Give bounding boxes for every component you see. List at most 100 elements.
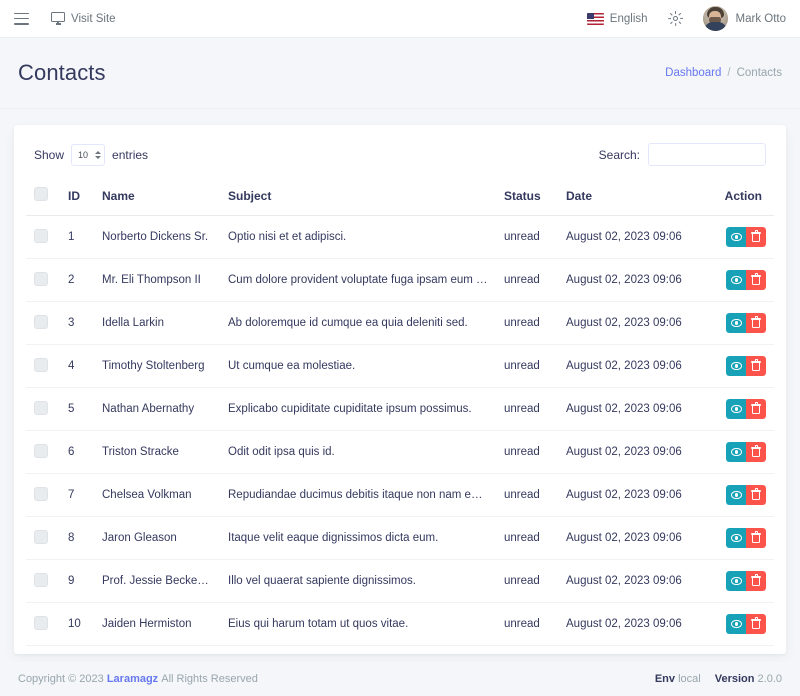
cell-id: 7 bbox=[60, 473, 94, 517]
cell-date: August 02, 2023 09:06 bbox=[558, 559, 700, 603]
eye-icon bbox=[730, 491, 742, 499]
breadcrumb-dashboard[interactable]: Dashboard bbox=[665, 67, 721, 79]
row-checkbox[interactable] bbox=[34, 529, 48, 544]
cell-date: August 02, 2023 09:06 bbox=[558, 258, 700, 302]
footer-brand[interactable]: Laramagz bbox=[107, 673, 158, 685]
row-select-cell bbox=[26, 258, 60, 302]
row-checkbox[interactable] bbox=[34, 314, 48, 329]
row-checkbox[interactable] bbox=[34, 572, 48, 587]
table-row: 3 Idella Larkin Ab doloremque id cumque ea… bbox=[26, 301, 774, 345]
row-action-group bbox=[726, 528, 766, 548]
delete-button[interactable] bbox=[746, 528, 766, 548]
header-date[interactable]: Date bbox=[558, 178, 700, 216]
trash-icon bbox=[751, 316, 761, 328]
user-name: Mark Otto bbox=[735, 12, 786, 25]
table-row: 6 Triston Stracke Odit odit ipsa quis id. u… bbox=[26, 430, 774, 474]
row-select-cell bbox=[26, 602, 60, 646]
header-subject[interactable]: Subject bbox=[220, 178, 496, 216]
row-checkbox[interactable] bbox=[34, 228, 48, 243]
row-checkbox[interactable] bbox=[34, 615, 48, 630]
row-select-cell bbox=[26, 344, 60, 388]
table-row: 9 Prof. Jessie Becker III Illo vel quaerat… bbox=[26, 559, 774, 603]
cell-status: unread bbox=[496, 215, 558, 259]
footer-version: Version 2.0.0 bbox=[715, 673, 782, 685]
page-length-select[interactable]: 102550100 bbox=[71, 143, 106, 166]
hamburger-icon[interactable] bbox=[14, 12, 29, 25]
view-button[interactable] bbox=[726, 399, 746, 419]
row-checkbox[interactable] bbox=[34, 443, 48, 458]
cell-subject: Illo vel quaerat sapiente dignissimos. bbox=[220, 559, 496, 603]
delete-button[interactable] bbox=[746, 614, 766, 634]
delete-button[interactable] bbox=[746, 442, 766, 462]
delete-button[interactable] bbox=[746, 399, 766, 419]
view-button[interactable] bbox=[726, 270, 746, 290]
header-name[interactable]: Name bbox=[94, 178, 220, 216]
footer-copyright-prefix: Copyright © 2023 bbox=[18, 673, 104, 685]
delete-button[interactable] bbox=[746, 485, 766, 505]
bulk-actions: Delete bbox=[26, 646, 774, 654]
row-checkbox[interactable] bbox=[34, 400, 48, 415]
view-button[interactable] bbox=[726, 442, 746, 462]
row-checkbox[interactable] bbox=[34, 271, 48, 286]
footer-version-label: Version bbox=[714, 673, 755, 685]
language-selector[interactable]: English bbox=[586, 12, 648, 25]
delete-button[interactable] bbox=[746, 571, 766, 591]
select-all-checkbox[interactable] bbox=[34, 187, 48, 201]
cell-name: Idella Larkin bbox=[94, 301, 220, 345]
visit-site-label: Visit Site bbox=[71, 12, 116, 25]
cell-action bbox=[700, 387, 774, 431]
eye-icon bbox=[730, 448, 742, 456]
cell-action bbox=[700, 602, 774, 646]
row-checkbox[interactable] bbox=[34, 486, 48, 501]
trash-icon bbox=[751, 488, 761, 500]
cell-status: unread bbox=[496, 258, 558, 302]
eye-icon bbox=[730, 405, 742, 413]
cell-action bbox=[700, 516, 774, 560]
user-menu[interactable]: Mark Otto bbox=[702, 6, 786, 31]
table-header-row: ID Name Subject Status Date Action bbox=[26, 178, 774, 216]
header-id[interactable]: ID bbox=[60, 178, 94, 216]
view-button[interactable] bbox=[726, 313, 746, 333]
cell-status: unread bbox=[496, 473, 558, 517]
table-row: 7 Chelsea Volkman Repudiandae ducimus debi… bbox=[26, 473, 774, 517]
row-select-cell bbox=[26, 387, 60, 431]
eye-icon bbox=[730, 362, 742, 370]
cell-action bbox=[700, 344, 774, 388]
row-checkbox[interactable] bbox=[34, 357, 48, 372]
visit-site-link[interactable]: Visit Site bbox=[51, 12, 116, 25]
view-button[interactable] bbox=[726, 356, 746, 376]
row-select-cell bbox=[26, 516, 60, 560]
cell-id: 4 bbox=[60, 344, 94, 388]
view-button[interactable] bbox=[726, 227, 746, 247]
cell-subject: Itaque velit eaque dignissimos dicta eum… bbox=[220, 516, 496, 560]
cell-action bbox=[700, 258, 774, 302]
view-button[interactable] bbox=[726, 614, 746, 634]
row-select-cell bbox=[26, 430, 60, 474]
sun-icon[interactable] bbox=[667, 11, 683, 26]
footer-env-label: Env bbox=[654, 673, 676, 685]
cell-subject: Eius qui harum totam ut quos vitae. bbox=[220, 602, 496, 646]
delete-button[interactable] bbox=[746, 356, 766, 376]
delete-button[interactable] bbox=[746, 270, 766, 290]
delete-button[interactable] bbox=[746, 313, 766, 333]
table-row: 1 Norberto Dickens Sr. Optio nisi et et ad… bbox=[26, 215, 774, 259]
trash-icon bbox=[751, 445, 761, 457]
view-button[interactable] bbox=[726, 571, 746, 591]
cell-status: unread bbox=[496, 516, 558, 560]
cell-action bbox=[700, 215, 774, 259]
cell-date: August 02, 2023 09:06 bbox=[558, 215, 700, 259]
show-label: Show bbox=[34, 147, 65, 162]
footer-env: Env local bbox=[655, 673, 701, 685]
row-select-cell bbox=[26, 215, 60, 259]
show-entries-control: Show 102550100 entries bbox=[34, 143, 148, 166]
delete-button[interactable] bbox=[746, 227, 766, 247]
table-row: 8 Jaron Gleason Itaque velit eaque digniss… bbox=[26, 516, 774, 560]
table-row: 4 Timothy Stoltenberg Ut cumque ea molesti… bbox=[26, 344, 774, 388]
view-button[interactable] bbox=[726, 485, 746, 505]
header-status[interactable]: Status bbox=[496, 178, 558, 216]
cell-name: Norberto Dickens Sr. bbox=[94, 215, 220, 259]
trash-icon bbox=[751, 531, 761, 543]
header-select-all bbox=[26, 178, 60, 216]
view-button[interactable] bbox=[726, 528, 746, 548]
search-input[interactable] bbox=[648, 143, 766, 166]
